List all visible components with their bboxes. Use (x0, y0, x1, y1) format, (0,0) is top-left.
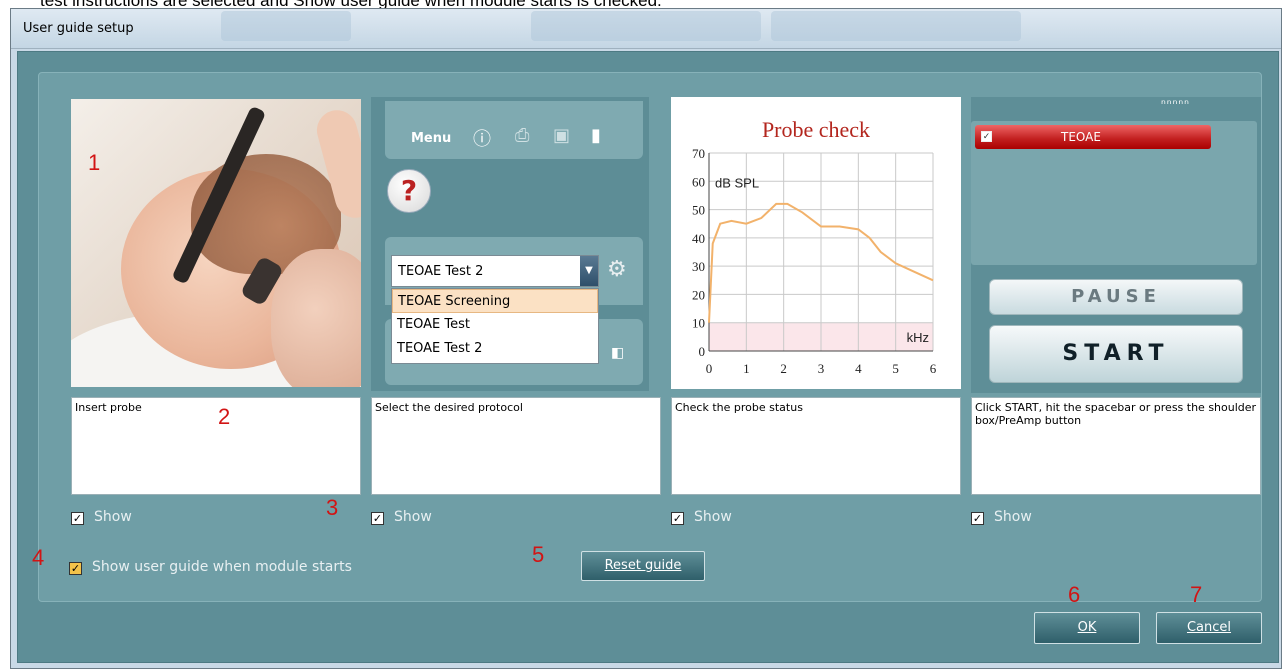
cancel-button[interactable]: Cancel (1156, 612, 1262, 644)
probe-check-chart-svg: Probe check 0 1 2 3 4 5 6010203040506070dB SPL… (692, 117, 937, 376)
x-tick-label: 1 (743, 361, 750, 376)
background-ghost (221, 11, 351, 41)
callout-3: 3 (326, 495, 339, 520)
settings-gear-icon: ⚙ (607, 257, 627, 282)
checkbox-icon[interactable]: ✓ (971, 512, 984, 525)
menu-bar: Menu ⓘ ⎙ ▣ ▮ (385, 101, 643, 159)
info-icon: ⓘ (473, 129, 491, 150)
instruction-textbox-1[interactable]: Insert probe (71, 397, 361, 495)
x-tick-label: 5 (892, 361, 899, 376)
guide-panel-area: Menu ⓘ ⎙ ▣ ▮ ? TEOAE Test 2 ▼ ⚙ TEOAE Sc… (38, 72, 1262, 602)
title-bar: User guide setup (11, 9, 1281, 49)
protocol-select: TEOAE Test 2 ▼ (391, 255, 599, 287)
test-item-label: TEOAE (1061, 130, 1101, 144)
show-guide-label: Show user guide when module starts (92, 559, 352, 575)
y-tick-label: 60 (692, 174, 705, 189)
test-item-teoae: ✓ TEOAE (975, 125, 1211, 149)
callout-2: 2 (218, 404, 231, 429)
window-title: User guide setup (23, 21, 134, 36)
show-checkbox-3[interactable]: ✓ Show (671, 509, 732, 529)
checkbox-icon: ✓ (981, 131, 992, 142)
x-tick-label: 2 (780, 361, 787, 376)
start-button-image: START (989, 325, 1243, 383)
checkbox-icon[interactable]: ✓ (371, 512, 384, 525)
x-tick-label: 0 (706, 361, 713, 376)
chart-title: Probe check (762, 117, 870, 142)
x-axis-label: kHz (907, 330, 929, 345)
exit-door-icon: ▮ (591, 125, 601, 146)
y-tick-label: 30 (692, 259, 705, 274)
probe-check-chart: Probe check 0 1 2 3 4 5 6 0 10 20 30 40 50 60 70 dB SPL… (671, 97, 961, 389)
callout-6: 6 (1068, 582, 1081, 607)
instruction-textbox-3[interactable]: Check the probe status (671, 397, 961, 495)
show-checkbox-1[interactable]: ✓ Show (71, 509, 132, 529)
chevron-down-icon: ▼ (580, 256, 598, 286)
start-test-image: ⁿⁿⁿⁿⁿ ✓ TEOAE PAUSE START (971, 97, 1261, 393)
show-label: Show (994, 509, 1032, 525)
y-tick-label: 70 (692, 146, 705, 161)
protocol-option: TEOAE Test (397, 317, 470, 332)
user-guide-setup-dialog: User guide setup Menu ⓘ ⎙ ▣ ▮ ? TEOAE Te… (10, 8, 1282, 669)
ok-label: OK (1077, 620, 1097, 635)
instruction-textbox-4[interactable]: Click START, hit the spacebar or press t… (971, 397, 1261, 495)
y-tick-label: 20 (692, 287, 705, 302)
protocol-select-value: TEOAE Test 2 (398, 264, 484, 279)
print-icon: ⎙ (515, 125, 530, 146)
show-checkbox-4[interactable]: ✓ Show (971, 509, 1032, 529)
show-checkbox-2[interactable]: ✓ Show (371, 509, 432, 529)
x-tick-label: 4 (855, 361, 862, 376)
dialog-client-area: Menu ⓘ ⎙ ▣ ▮ ? TEOAE Test 2 ▼ ⚙ TEOAE Sc… (17, 51, 1279, 663)
y-tick-label: 0 (699, 344, 706, 359)
protocol-option: TEOAE Test 2 (397, 341, 483, 356)
pause-button-image: PAUSE (989, 279, 1243, 315)
y-tick-label: 40 (692, 231, 705, 246)
y-axis-label: dB SPL (715, 175, 759, 190)
insert-probe-photo (71, 99, 361, 387)
menu-label: Menu (411, 131, 452, 146)
cancel-label: Cancel (1186, 620, 1232, 635)
callout-4: 4 (32, 545, 45, 570)
checkbox-icon[interactable]: ✓ (671, 512, 684, 525)
photo-hand (271, 249, 361, 387)
protocol-option: TEOAE Screening (392, 289, 598, 313)
busy-spinner-icon: ⁿⁿⁿⁿⁿ (1161, 97, 1190, 111)
x-tick-label: 3 (818, 361, 825, 376)
callout-7: 7 (1190, 582, 1203, 607)
reset-guide-button[interactable]: Reset guide (581, 551, 705, 581)
background-ghost (531, 11, 761, 41)
callout-1: 1 (88, 150, 101, 175)
ok-button[interactable]: OK (1034, 612, 1140, 644)
instruction-textbox-2[interactable]: Select the desired protocol (371, 397, 661, 495)
background-ghost (771, 11, 1021, 41)
reset-guide-label: Reset guide (604, 558, 682, 573)
protocol-selection-image: Menu ⓘ ⎙ ▣ ▮ ? TEOAE Test 2 ▼ ⚙ TEOAE Sc… (371, 97, 649, 391)
save-icon: ▣ (553, 125, 571, 146)
y-tick-label: 10 (692, 316, 705, 331)
x-tick-label: 6 (930, 361, 937, 376)
y-tick-label: 50 (692, 203, 705, 218)
callout-5: 5 (532, 542, 545, 567)
checkbox-icon[interactable]: ✓ (69, 562, 82, 575)
protocol-dropdown-list: TEOAE Screening TEOAE Test TEOAE Test 2 (391, 288, 599, 364)
show-label: Show (394, 509, 432, 525)
show-label: Show (694, 509, 732, 525)
small-tool-icon: ◧ (611, 345, 625, 361)
ear-icon: ? (387, 169, 431, 213)
checkbox-icon[interactable]: ✓ (71, 512, 84, 525)
show-guide-on-start-checkbox[interactable]: ✓ Show user guide when module starts (69, 559, 352, 575)
show-label: Show (94, 509, 132, 525)
